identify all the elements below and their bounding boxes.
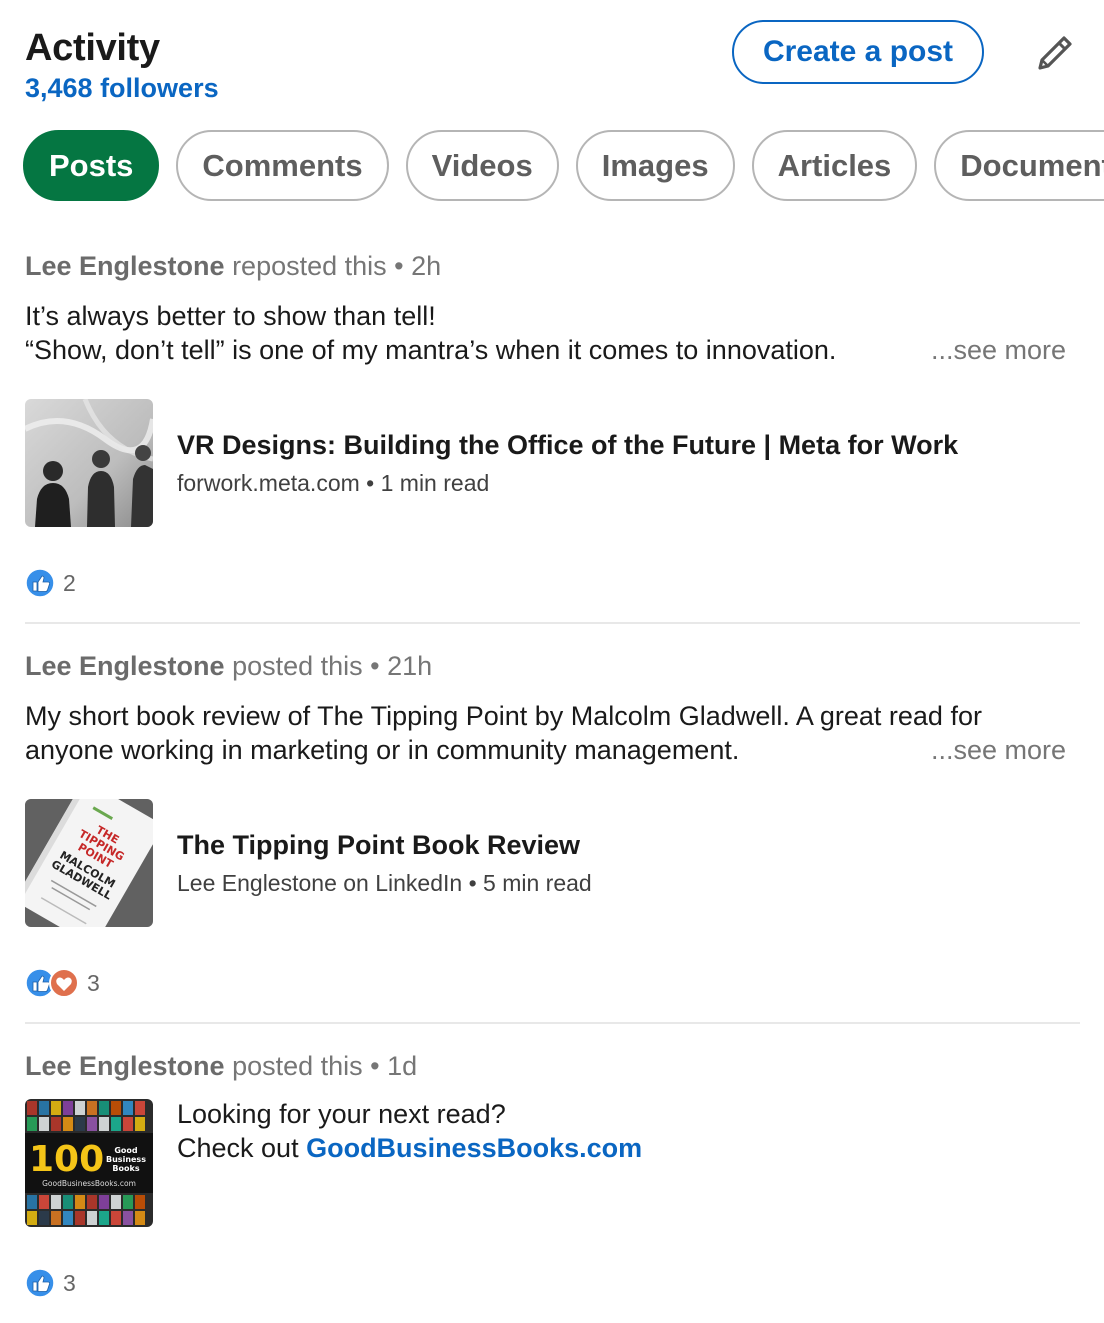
attachment-thumbnail: 100 Good Business Books GoodBusinessBook… [25, 1099, 153, 1227]
post-item: Lee Englestone posted this • 1d 100 Good… [25, 1050, 1080, 1298]
post-item: Lee Englestone posted this • 21h My shor… [25, 650, 1080, 998]
post-action: reposted this [232, 251, 387, 281]
post-attachment[interactable]: 100 Good Business Books GoodBusinessBook… [25, 1099, 642, 1227]
post-divider [25, 622, 1080, 624]
like-reaction-icon [25, 1268, 55, 1298]
post-text-line: anyone working in marketing or in commun… [25, 735, 740, 765]
post-action: posted this [232, 1051, 363, 1081]
post-item: Lee Englestone reposted this • 2h It’s a… [25, 250, 1080, 598]
post-text-line: Check out GoodBusinessBooks.com [177, 1131, 642, 1165]
pencil-icon[interactable] [1032, 30, 1078, 76]
post-time: 21h [387, 651, 433, 681]
filter-articles[interactable]: Articles [751, 130, 918, 201]
meta-separator: • [394, 251, 404, 281]
post-author[interactable]: Lee Englestone [25, 1051, 225, 1081]
post-attachment[interactable]: VR Designs: Building the Office of the F… [25, 399, 958, 527]
post-time: 2h [411, 251, 442, 281]
like-reaction-icon [25, 568, 55, 598]
attachment-subtitle: Lee Englestone on LinkedIn • 5 min read [177, 868, 592, 898]
thumb-label: Good [114, 1146, 138, 1155]
attachment-separator: • [468, 870, 477, 896]
meta-separator: • [370, 651, 380, 681]
post-text-line: “Show, don’t tell” is one of my mantra’s… [25, 335, 837, 365]
post-text: It’s always better to show than tell! “S… [25, 299, 1070, 367]
page-title: Activity [25, 27, 160, 69]
post-text-line: My short book review of The Tipping Poin… [25, 701, 982, 731]
filter-posts[interactable]: Posts [23, 130, 160, 201]
attachment-read-time: 5 min read [483, 870, 592, 896]
filter-images[interactable]: Images [575, 130, 735, 201]
goodbusinessbooks-link[interactable]: GoodBusinessBooks.com [306, 1133, 642, 1163]
reactions-summary[interactable]: 2 [25, 568, 76, 598]
activity-header: Activity 3,468 followers [25, 26, 219, 104]
post-time: 1d [387, 1051, 418, 1081]
see-more-link[interactable]: ...see more [922, 333, 1066, 367]
post-author[interactable]: Lee Englestone [25, 651, 225, 681]
meta-separator: • [370, 1051, 380, 1081]
post-divider [25, 1022, 1080, 1024]
attachment-title[interactable]: VR Designs: Building the Office of the F… [177, 428, 958, 462]
post-text: My short book review of The Tipping Poin… [25, 699, 1070, 767]
attachment-separator: • [366, 470, 375, 496]
post-text-prefix: Check out [177, 1133, 307, 1163]
reaction-icons [25, 968, 79, 998]
create-post-button[interactable]: Create a post [732, 20, 984, 84]
post-text-line: It’s always better to show than tell! [25, 301, 436, 331]
thumb-site: GoodBusinessBooks.com [42, 1179, 136, 1188]
thumb-number: 100 [29, 1139, 104, 1180]
post-author[interactable]: Lee Englestone [25, 251, 225, 281]
see-more-link[interactable]: ...see more [922, 733, 1066, 767]
post-meta: Lee Englestone posted this • 1d [25, 1050, 1080, 1082]
filter-comments[interactable]: Comments [176, 130, 389, 201]
love-reaction-icon [49, 968, 79, 998]
reaction-count: 3 [87, 969, 100, 996]
post-action: posted this [232, 651, 363, 681]
filter-videos[interactable]: Videos [405, 130, 559, 201]
attachment-thumbnail: THE TIPPING POINT MALCOLM GLADWELL [25, 799, 153, 927]
reaction-count: 3 [63, 1269, 76, 1296]
attachment-subtitle: forwork.meta.com • 1 min read [177, 468, 958, 498]
post-meta: Lee Englestone posted this • 21h [25, 650, 1080, 682]
attachment-source: Lee Englestone on LinkedIn [177, 870, 463, 896]
reactions-summary[interactable]: 3 [25, 968, 100, 998]
post-attachment[interactable]: THE TIPPING POINT MALCOLM GLADWELL The T… [25, 799, 592, 927]
attachment-thumbnail [25, 399, 153, 527]
thumb-label: Business [106, 1155, 146, 1164]
attachment-read-time: 1 min read [380, 470, 490, 496]
followers-link[interactable]: 3,468 followers [25, 72, 219, 104]
post-text-line: Looking for your next read? [177, 1099, 506, 1129]
attachment-source: forwork.meta.com [177, 470, 360, 496]
filter-documents[interactable]: Document [934, 130, 1104, 201]
filter-pills: Posts Comments Videos Images Articles Do… [23, 130, 1104, 201]
thumb-label: Books [112, 1164, 139, 1173]
reaction-count: 2 [63, 569, 76, 596]
attachment-title[interactable]: The Tipping Point Book Review [177, 828, 592, 862]
post-meta: Lee Englestone reposted this • 2h [25, 250, 1080, 282]
reactions-summary[interactable]: 3 [25, 1268, 76, 1298]
